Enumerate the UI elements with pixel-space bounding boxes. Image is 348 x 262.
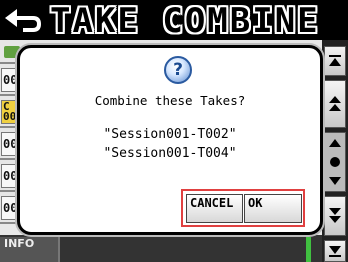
page-down-icon [329,208,341,223]
dialog-button-group: CANCEL OK [181,189,305,227]
return-arrow-icon [5,9,42,32]
scroll-up-button[interactable] [324,80,346,128]
dialog-message: Combine these Takes? [94,93,246,108]
scroll-thumb[interactable] [324,132,346,192]
page-up-icon [329,96,341,111]
info-button[interactable]: INFO [0,237,60,262]
take-name-2: "Session001-T004" [103,146,237,161]
cancel-button[interactable]: CANCEL [186,194,243,223]
scroll-top-button[interactable] [324,46,346,76]
level-meter [306,237,311,262]
back-button[interactable] [3,6,43,36]
take-number: 00 [3,110,17,123]
scrollbar[interactable] [322,40,348,262]
confirm-dialog: ? Combine these Takes? "Session001-T002"… [17,45,323,235]
ok-button[interactable]: OK [244,194,302,223]
scroll-bottom-button[interactable] [324,240,346,262]
title-bar: TAKE COMBINE [0,0,348,40]
bottom-bar: INFO [0,235,322,262]
question-icon: ? [164,56,192,84]
take-name-1: "Session001-T002" [103,127,237,142]
scroll-bottom-icon [329,246,341,257]
page-title: TAKE COMBINE [50,1,320,41]
scroll-top-icon [329,55,341,66]
scroll-thumb-icon [329,139,341,185]
scroll-down-button[interactable] [324,196,346,236]
